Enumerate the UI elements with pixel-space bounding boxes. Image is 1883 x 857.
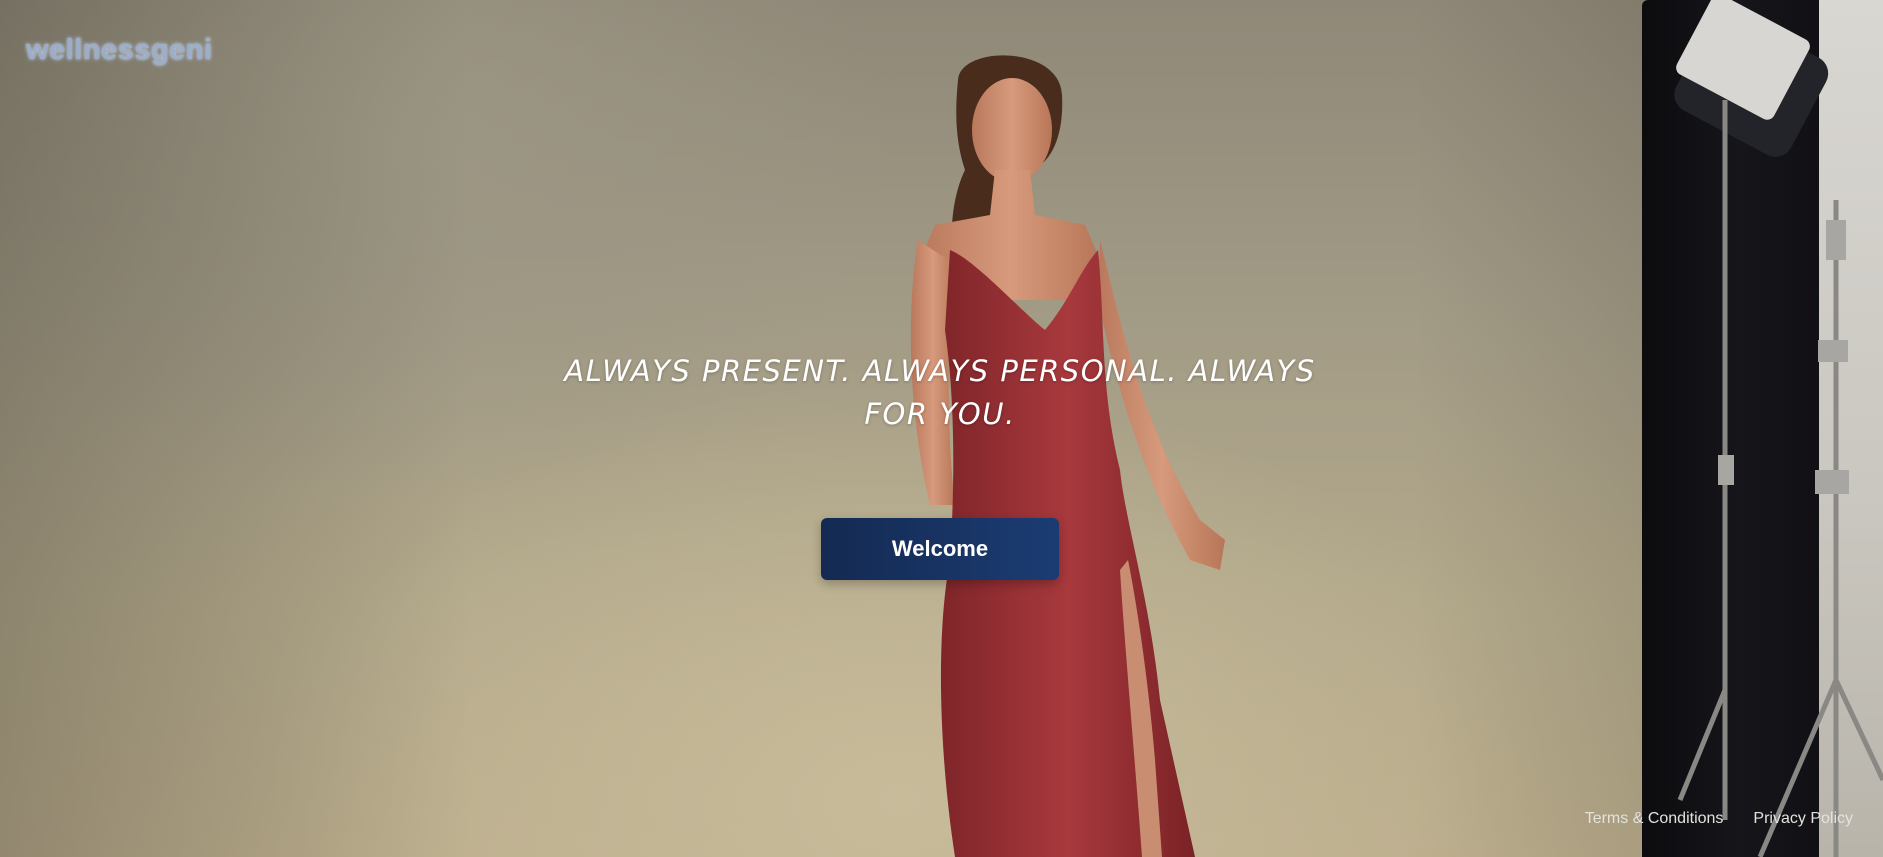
studio-backdrop-image [1642, 0, 1883, 857]
privacy-policy-link[interactable]: Privacy Policy [1753, 810, 1853, 828]
hero-section: ALWAYS PRESENT. ALWAYS PERSONAL. ALWAYS … [560, 350, 1320, 436]
footer-links: Terms & Conditions Privacy Policy [1585, 810, 1853, 828]
welcome-button[interactable]: Welcome [821, 518, 1059, 580]
wellnessgeni-logo[interactable]: wellnessgeni [26, 34, 213, 67]
landing-page: wellnessgeni ALWAYS PRESENT. ALWAYS PERS… [0, 0, 1883, 857]
hero-tagline: ALWAYS PRESENT. ALWAYS PERSONAL. ALWAYS … [564, 354, 1316, 431]
terms-conditions-link[interactable]: Terms & Conditions [1585, 810, 1724, 828]
